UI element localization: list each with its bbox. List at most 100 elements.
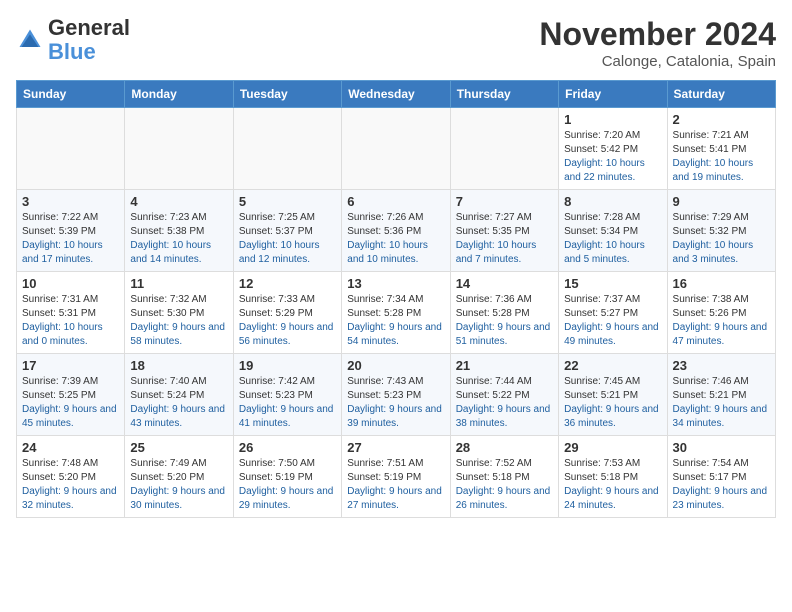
table-row: 8Sunrise: 7:28 AMSunset: 5:34 PMDaylight… (559, 190, 667, 272)
day-info: Sunrise: 7:36 AMSunset: 5:28 PMDaylight:… (456, 293, 553, 349)
calendar-week-row: 3 Sunrise: 7:22 AMSunset: 5:39 PMDaylight… (17, 190, 776, 272)
table-row: 2 Sunrise: 7:21 AMSunset: 5:41 PMDaylight… (667, 108, 775, 190)
day-info: Sunrise: 7:46 AMSunset: 5:21 PMDaylight:… (673, 375, 770, 431)
day-info: Sunrise: 7:27 AMSunset: 5:35 PMDaylight:… (456, 211, 553, 267)
table-row: 26 Sunrise: 7:50 AMSunset: 5:19 PMDayligh… (233, 436, 341, 518)
table-row: 30 Sunrise: 7:54 AMSunset: 5:17 PMDayligh… (667, 436, 775, 518)
day-info: Sunrise: 7:51 AMSunset: 5:19 PMDaylight:… (347, 457, 444, 513)
table-row: 18 Sunrise: 7:40 AMSunset: 5:24 PMDayligh… (125, 354, 233, 436)
day-number: 28 (456, 440, 553, 455)
table-row: 11Sunrise: 7:32 AMSunset: 5:30 PMDayligh… (125, 272, 233, 354)
table-row: 4 Sunrise: 7:23 AMSunset: 5:38 PMDaylight… (125, 190, 233, 272)
header-friday: Friday (559, 81, 667, 108)
day-info: Sunrise: 7:25 AMSunset: 5:37 PMDaylight:… (239, 211, 336, 267)
calendar-header-row: Sunday Monday Tuesday Wednesday Thursday… (17, 81, 776, 108)
month-title: November 2024 (539, 16, 776, 53)
day-info: Sunrise: 7:20 AMSunset: 5:42 PMDaylight:… (564, 129, 661, 185)
day-number: 25 (130, 440, 227, 455)
table-row: 10Sunrise: 7:31 AMSunset: 5:31 PMDayligh… (17, 272, 125, 354)
day-info: Sunrise: 7:54 AMSunset: 5:17 PMDaylight:… (673, 457, 770, 513)
table-row (233, 108, 341, 190)
day-number: 9 (673, 194, 770, 209)
day-info: Sunrise: 7:23 AMSunset: 5:38 PMDaylight:… (130, 211, 227, 267)
table-row: 20Sunrise: 7:43 AMSunset: 5:23 PMDayligh… (342, 354, 450, 436)
header-wednesday: Wednesday (342, 81, 450, 108)
day-number: 7 (456, 194, 553, 209)
table-row: 29 Sunrise: 7:53 AMSunset: 5:18 PMDayligh… (559, 436, 667, 518)
title-block: November 2024 Calonge, Catalonia, Spain (539, 16, 776, 70)
day-info: Sunrise: 7:45 AMSunset: 5:21 PMDaylight:… (564, 375, 661, 431)
day-info: Sunrise: 7:50 AMSunset: 5:19 PMDaylight:… (239, 457, 336, 513)
day-number: 26 (239, 440, 336, 455)
day-info: Sunrise: 7:37 AMSunset: 5:27 PMDaylight:… (564, 293, 661, 349)
table-row: 9 Sunrise: 7:29 AMSunset: 5:32 PMDaylight… (667, 190, 775, 272)
table-row (342, 108, 450, 190)
table-row: 14 Sunrise: 7:36 AMSunset: 5:28 PMDayligh… (450, 272, 558, 354)
day-info: Sunrise: 7:29 AMSunset: 5:32 PMDaylight:… (673, 211, 770, 267)
day-number: 5 (239, 194, 336, 209)
day-number: 11 (130, 276, 227, 291)
table-row: 25 Sunrise: 7:49 AMSunset: 5:20 PMDayligh… (125, 436, 233, 518)
header-monday: Monday (125, 81, 233, 108)
table-row: 16Sunrise: 7:38 AMSunset: 5:26 PMDayligh… (667, 272, 775, 354)
day-info: Sunrise: 7:21 AMSunset: 5:41 PMDaylight:… (673, 129, 770, 185)
day-info: Sunrise: 7:40 AMSunset: 5:24 PMDaylight:… (130, 375, 227, 431)
day-number: 21 (456, 358, 553, 373)
day-number: 23 (673, 358, 770, 373)
day-number: 30 (673, 440, 770, 455)
day-number: 3 (22, 194, 119, 209)
logo-icon (16, 26, 44, 54)
day-number: 12 (239, 276, 336, 291)
day-number: 22 (564, 358, 661, 373)
table-row: 15 Sunrise: 7:37 AMSunset: 5:27 PMDayligh… (559, 272, 667, 354)
day-number: 4 (130, 194, 227, 209)
day-number: 13 (347, 276, 444, 291)
day-number: 14 (456, 276, 553, 291)
table-row: 13 Sunrise: 7:34 AMSunset: 5:28 PMDayligh… (342, 272, 450, 354)
day-info: Sunrise: 7:31 AMSunset: 5:31 PMDaylight:… (22, 293, 119, 349)
table-row: 21 Sunrise: 7:44 AMSunset: 5:22 PMDayligh… (450, 354, 558, 436)
day-info: Sunrise: 7:53 AMSunset: 5:18 PMDaylight:… (564, 457, 661, 513)
day-info: Sunrise: 7:43 AMSunset: 5:23 PMDaylight:… (347, 375, 444, 431)
calendar-week-row: 17Sunrise: 7:39 AMSunset: 5:25 PMDayligh… (17, 354, 776, 436)
calendar-week-row: 10Sunrise: 7:31 AMSunset: 5:31 PMDayligh… (17, 272, 776, 354)
calendar-week-row: 24 Sunrise: 7:48 AMSunset: 5:20 PMDayligh… (17, 436, 776, 518)
table-row: 1 Sunrise: 7:20 AMSunset: 5:42 PMDaylight… (559, 108, 667, 190)
day-info: Sunrise: 7:22 AMSunset: 5:39 PMDaylight:… (22, 211, 119, 267)
day-number: 24 (22, 440, 119, 455)
calendar-table: Sunday Monday Tuesday Wednesday Thursday… (16, 80, 776, 518)
table-row: 22 Sunrise: 7:45 AMSunset: 5:21 PMDayligh… (559, 354, 667, 436)
table-row: 24 Sunrise: 7:48 AMSunset: 5:20 PMDayligh… (17, 436, 125, 518)
location: Calonge, Catalonia, Spain (539, 53, 776, 70)
table-row: 23 Sunrise: 7:46 AMSunset: 5:21 PMDayligh… (667, 354, 775, 436)
table-row: 3 Sunrise: 7:22 AMSunset: 5:39 PMDaylight… (17, 190, 125, 272)
header-tuesday: Tuesday (233, 81, 341, 108)
day-number: 29 (564, 440, 661, 455)
table-row (450, 108, 558, 190)
day-info: Sunrise: 7:34 AMSunset: 5:28 PMDaylight:… (347, 293, 444, 349)
table-row: 12 Sunrise: 7:33 AMSunset: 5:29 PMDayligh… (233, 272, 341, 354)
page-header: GeneralBlue November 2024 Calonge, Catal… (16, 16, 776, 70)
table-row: 6Sunrise: 7:26 AMSunset: 5:36 PMDaylight… (342, 190, 450, 272)
day-number: 1 (564, 112, 661, 127)
day-number: 19 (239, 358, 336, 373)
day-number: 27 (347, 440, 444, 455)
day-number: 15 (564, 276, 661, 291)
table-row: 17Sunrise: 7:39 AMSunset: 5:25 PMDayligh… (17, 354, 125, 436)
day-info: Sunrise: 7:38 AMSunset: 5:26 PMDaylight:… (673, 293, 770, 349)
day-info: Sunrise: 7:26 AMSunset: 5:36 PMDaylight:… (347, 211, 444, 267)
table-row: 7 Sunrise: 7:27 AMSunset: 5:35 PMDaylight… (450, 190, 558, 272)
table-row: 5 Sunrise: 7:25 AMSunset: 5:37 PMDaylight… (233, 190, 341, 272)
day-info: Sunrise: 7:44 AMSunset: 5:22 PMDaylight:… (456, 375, 553, 431)
day-info: Sunrise: 7:48 AMSunset: 5:20 PMDaylight:… (22, 457, 119, 513)
day-info: Sunrise: 7:33 AMSunset: 5:29 PMDaylight:… (239, 293, 336, 349)
header-thursday: Thursday (450, 81, 558, 108)
table-row (17, 108, 125, 190)
day-info: Sunrise: 7:49 AMSunset: 5:20 PMDaylight:… (130, 457, 227, 513)
logo-text: GeneralBlue (48, 16, 130, 64)
table-row: 28Sunrise: 7:52 AMSunset: 5:18 PMDayligh… (450, 436, 558, 518)
day-number: 18 (130, 358, 227, 373)
day-number: 2 (673, 112, 770, 127)
day-info: Sunrise: 7:28 AMSunset: 5:34 PMDaylight:… (564, 211, 661, 267)
table-row: 27 Sunrise: 7:51 AMSunset: 5:19 PMDayligh… (342, 436, 450, 518)
